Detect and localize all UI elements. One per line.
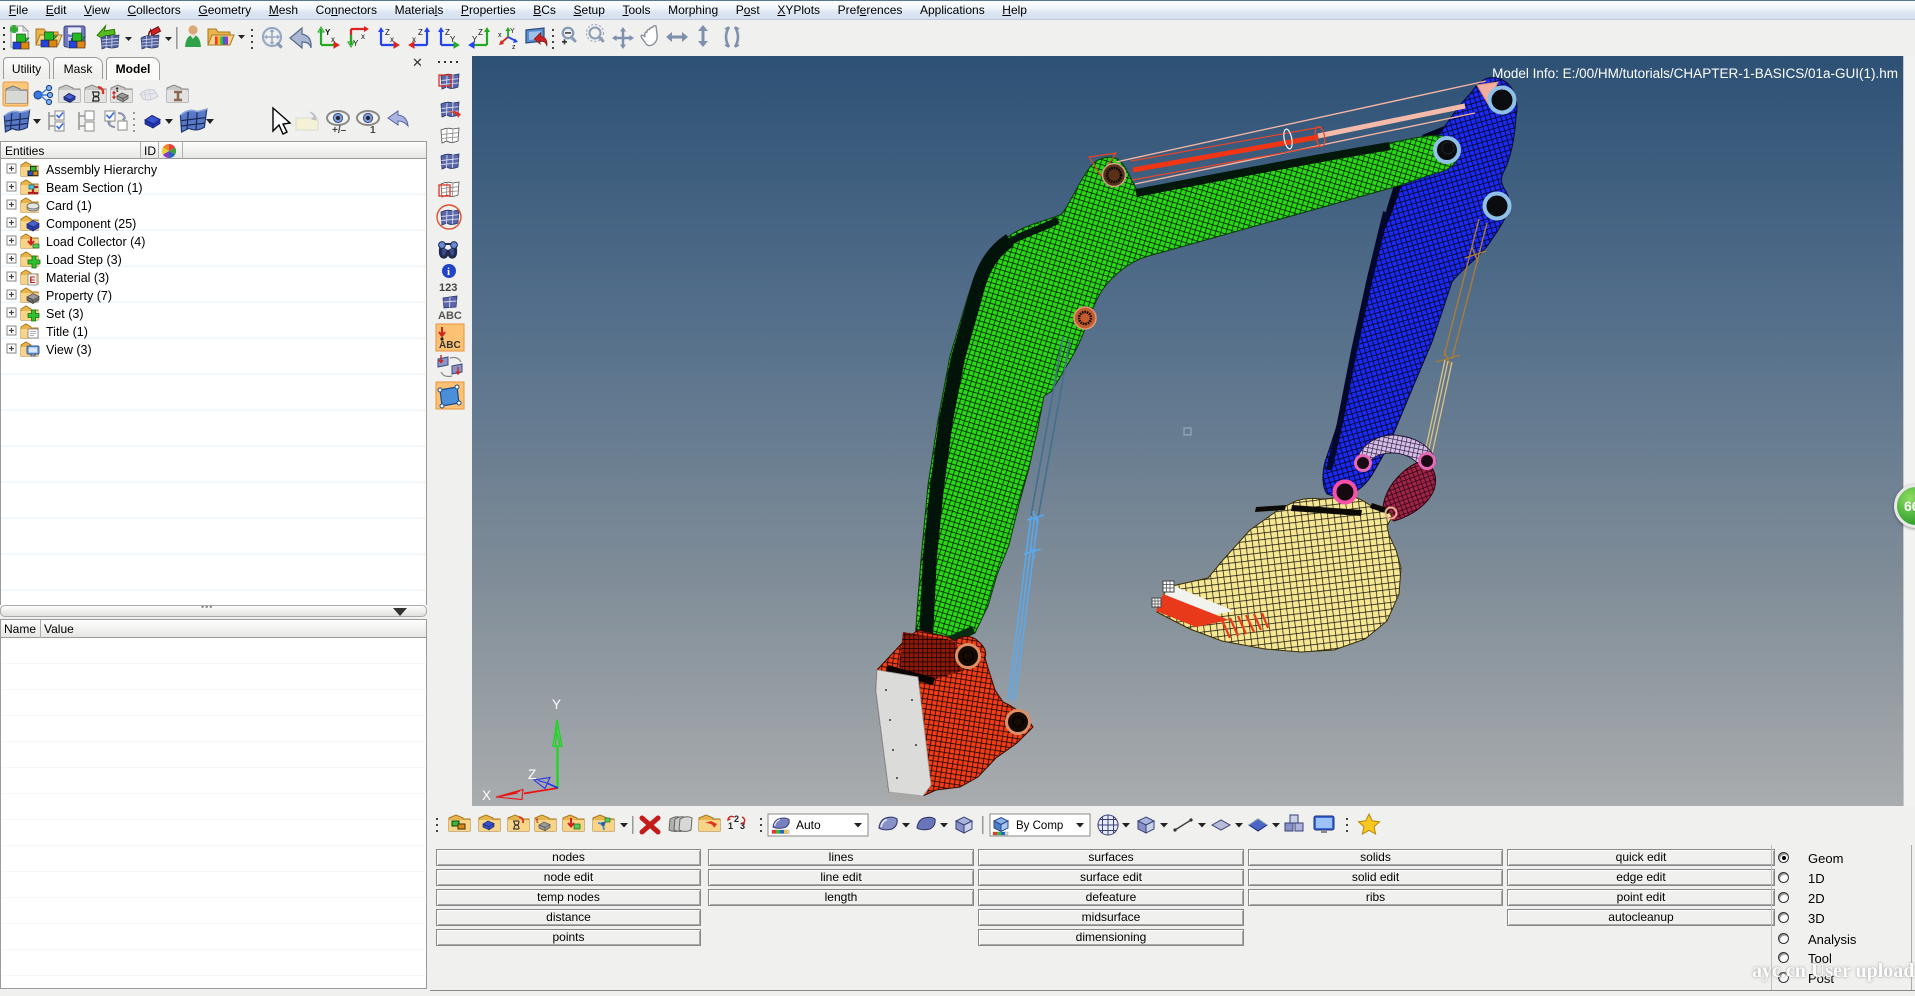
svg-text:1: 1 — [370, 125, 376, 136]
svg-text:+/–: +/– — [332, 125, 347, 136]
svg-text:View (3): View (3) — [46, 343, 92, 357]
svg-text:Y: Y — [552, 697, 561, 712]
svg-text:X: X — [482, 788, 491, 803]
svg-text:x: x — [361, 32, 365, 41]
svg-text:Z: Z — [528, 767, 536, 782]
svg-text:Y: Y — [510, 28, 515, 35]
svg-text:2: 2 — [734, 814, 739, 824]
svg-text:Model Info: E:/00/HM/tutorials: Model Info: E:/00/HM/tutorials/CHAPTER-1… — [1492, 66, 1898, 81]
svg-text:Assembly Hierarchy: Assembly Hierarchy — [46, 163, 158, 177]
svg-text:Load Collector (4): Load Collector (4) — [46, 235, 145, 249]
svg-text:ABC: ABC — [439, 340, 461, 351]
svg-text:1: 1 — [728, 821, 733, 831]
svg-text:Beam Section (1): Beam Section (1) — [46, 181, 143, 195]
svg-text:Z: Z — [478, 28, 483, 37]
svg-text:Auto: Auto — [796, 818, 821, 832]
svg-text:E: E — [30, 275, 36, 285]
svg-text:Material (3): Material (3) — [46, 271, 109, 285]
svg-text:Z: Z — [418, 28, 423, 37]
svg-text:123: 123 — [439, 282, 457, 294]
svg-text:i: i — [447, 266, 450, 278]
svg-text:Property (7): Property (7) — [46, 289, 112, 303]
svg-text:Set (3): Set (3) — [46, 307, 84, 321]
svg-text:Y: Y — [353, 39, 359, 48]
svg-text:Title (1): Title (1) — [46, 325, 88, 339]
svg-text:x: x — [412, 35, 416, 44]
svg-text:x: x — [498, 32, 502, 39]
svg-text:Y: Y — [450, 35, 456, 44]
svg-text:By Comp: By Comp — [1016, 820, 1063, 832]
svg-text:Load Step (3): Load Step (3) — [46, 253, 122, 267]
svg-text:z: z — [512, 44, 516, 51]
svg-text:Card (1): Card (1) — [46, 199, 92, 213]
svg-text:x: x — [331, 35, 335, 44]
svg-text:Component (25): Component (25) — [46, 217, 136, 231]
svg-text:Y: Y — [472, 35, 478, 44]
svg-text:ABC: ABC — [438, 310, 462, 322]
svg-text:x: x — [390, 35, 394, 44]
